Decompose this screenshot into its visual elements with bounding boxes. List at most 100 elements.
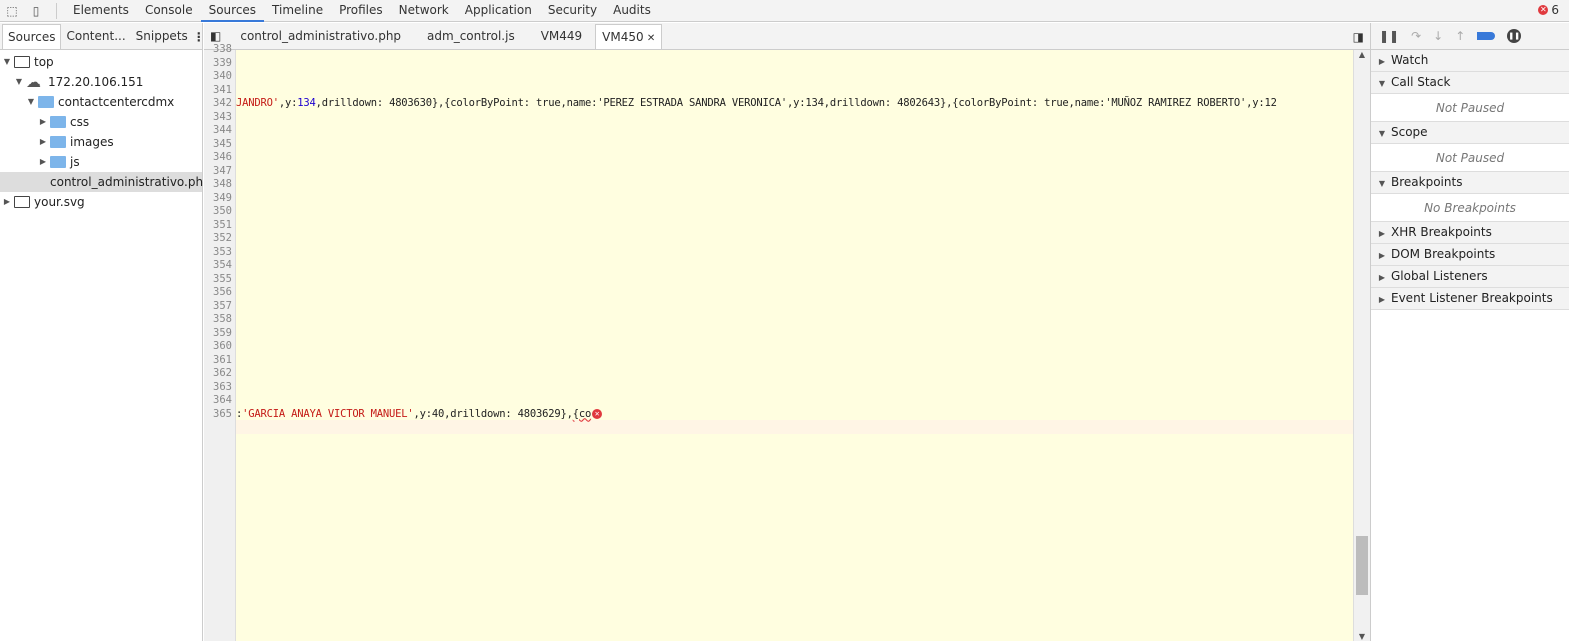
- section-breakpoints[interactable]: ▼ Breakpoints: [1371, 172, 1569, 194]
- line-number[interactable]: 342: [213, 97, 232, 111]
- section-xhr-breakpoints[interactable]: ▶ XHR Breakpoints: [1371, 222, 1569, 244]
- inspect-element-icon[interactable]: ⬚: [0, 0, 24, 22]
- section-event-listener-breakpoints[interactable]: ▶ Event Listener Breakpoints: [1371, 288, 1569, 310]
- editor-tabs: ◧ control_administrativo.php adm_control.…: [204, 23, 1370, 50]
- close-tab-icon[interactable]: ✕: [644, 33, 655, 44]
- section-title: Breakpoints: [1391, 175, 1463, 189]
- editor-tab[interactable]: control_administrativo.php: [227, 24, 414, 49]
- navigator-tab[interactable]: Sources: [2, 24, 62, 49]
- line-gutter[interactable]: 338 339 340 341 342 343 344 345 346 347 348 349 350 3…: [204, 43, 236, 641]
- line-number[interactable]: 362: [213, 367, 232, 381]
- tree-item-label: 172.20.106.151: [48, 75, 144, 89]
- empty-message: Not Paused: [1371, 94, 1569, 122]
- error-counter[interactable]: ✕ 6: [1538, 3, 1559, 17]
- code-token: 'GARCIA ANAYA VICTOR MANUEL': [242, 407, 414, 420]
- line-number[interactable]: 351: [213, 219, 232, 233]
- tree-item[interactable]: ▼ contactcentercdmx: [0, 92, 202, 112]
- collapsed-arrow-icon[interactable]: ▶: [2, 192, 12, 212]
- tab-security[interactable]: Security: [540, 0, 605, 22]
- line-number[interactable]: 358: [213, 313, 232, 327]
- line-number[interactable]: 347: [213, 165, 232, 179]
- line-number[interactable]: 364: [213, 394, 232, 408]
- tab-sources[interactable]: Sources: [200, 0, 265, 22]
- code-line[interactable]: JANDRO',y:134,drilldown: 4803630},{color…: [236, 97, 1277, 111]
- step-into-icon[interactable]: ↓: [1433, 29, 1443, 43]
- tab-elements[interactable]: Elements: [65, 0, 137, 22]
- line-number[interactable]: 350: [213, 205, 232, 219]
- editor-scrollbar[interactable]: ▲ ▼: [1353, 50, 1370, 641]
- navigator-tab[interactable]: Content...: [61, 24, 130, 49]
- line-number[interactable]: 361: [213, 354, 232, 368]
- step-over-icon[interactable]: ↷: [1411, 29, 1421, 43]
- line-number[interactable]: 344: [213, 124, 232, 138]
- line-number[interactable]: 341: [213, 84, 232, 98]
- tab-timeline[interactable]: Timeline: [264, 0, 331, 22]
- tab-network[interactable]: Network: [391, 0, 457, 22]
- tree-item[interactable]: ▶ js: [0, 152, 202, 172]
- section-title: XHR Breakpoints: [1391, 225, 1492, 239]
- expanded-arrow-icon[interactable]: ▼: [14, 72, 24, 92]
- more-icon[interactable]: ⋮: [193, 25, 205, 49]
- section-watch[interactable]: ▶ Watch: [1371, 50, 1569, 72]
- line-number[interactable]: 353: [213, 246, 232, 260]
- tab-audits[interactable]: Audits: [605, 0, 659, 22]
- line-number[interactable]: 345: [213, 138, 232, 152]
- toggle-debugger-icon[interactable]: ◨: [1347, 25, 1370, 49]
- expanded-arrow-icon[interactable]: ▼: [2, 52, 12, 72]
- tree-item[interactable]: control_administrativo.php: [0, 172, 211, 192]
- step-out-icon[interactable]: ↑: [1455, 29, 1465, 43]
- code-line[interactable]: :'GARCIA ANAYA VICTOR MANUEL',y:40,drill…: [236, 407, 603, 422]
- collapsed-arrow-icon[interactable]: ▶: [38, 152, 48, 172]
- section-scope[interactable]: ▼ Scope: [1371, 122, 1569, 144]
- tree-item[interactable]: ▼ top: [0, 52, 202, 72]
- tree-item[interactable]: ▼ ☁ 172.20.106.151: [0, 72, 202, 92]
- section-call-stack[interactable]: ▼ Call Stack: [1371, 72, 1569, 94]
- scrollbar-thumb[interactable]: [1356, 536, 1368, 595]
- deactivate-breakpoints-icon[interactable]: [1477, 32, 1496, 40]
- section-global-listeners[interactable]: ▶ Global Listeners: [1371, 266, 1569, 288]
- editor-tab[interactable]: adm_control.js: [414, 24, 528, 49]
- line-number[interactable]: 339: [213, 57, 232, 71]
- collapsed-arrow-icon: ▶: [1378, 57, 1386, 66]
- line-number[interactable]: 349: [213, 192, 232, 206]
- line-number[interactable]: 340: [213, 70, 232, 84]
- tree-item-label: contactcentercdmx: [58, 95, 175, 109]
- line-number[interactable]: 357: [213, 300, 232, 314]
- line-number[interactable]: 354: [213, 259, 232, 273]
- line-number[interactable]: 365: [213, 408, 232, 422]
- tab-profiles[interactable]: Profiles: [331, 0, 391, 22]
- scroll-up-icon[interactable]: ▲: [1354, 50, 1370, 59]
- line-number[interactable]: 355: [213, 273, 232, 287]
- section-title: Global Listeners: [1391, 269, 1488, 283]
- line-number[interactable]: 356: [213, 286, 232, 300]
- expanded-arrow-icon[interactable]: ▼: [26, 92, 36, 112]
- devtools-toolbar: ⬚ ▯ Elements Console Sources Timeline Profil…: [0, 0, 1569, 22]
- tab-application[interactable]: Application: [457, 0, 540, 22]
- line-number[interactable]: 343: [213, 111, 232, 125]
- line-number[interactable]: 338: [213, 43, 232, 57]
- tab-console[interactable]: Console: [137, 0, 201, 22]
- editor-tab[interactable]: VM449: [528, 24, 595, 49]
- navigator-panel: Sources Content... Snippets ⋮ ▼ top ▼ ☁ 172.20.…: [0, 23, 211, 641]
- pause-icon[interactable]: ❚❚: [1379, 29, 1399, 43]
- collapsed-arrow-icon[interactable]: ▶: [38, 132, 48, 152]
- line-number[interactable]: 363: [213, 381, 232, 395]
- scroll-down-icon[interactable]: ▼: [1354, 632, 1370, 641]
- tree-item[interactable]: ▶ your.svg: [0, 192, 202, 212]
- collapsed-arrow-icon[interactable]: ▶: [38, 112, 48, 132]
- tree-item-label: images: [70, 135, 114, 149]
- editor-tab[interactable]: VM450 ✕: [595, 24, 663, 49]
- line-number[interactable]: 360: [213, 340, 232, 354]
- line-number[interactable]: 359: [213, 327, 232, 341]
- section-dom-breakpoints[interactable]: ▶ DOM Breakpoints: [1371, 244, 1569, 266]
- pause-on-exceptions-icon[interactable]: ❚❚: [1507, 29, 1522, 43]
- tree-item[interactable]: ▶ images: [0, 132, 202, 152]
- error-icon: ✕: [1538, 5, 1549, 15]
- navigator-tab[interactable]: Snippets: [131, 24, 193, 49]
- line-number[interactable]: 346: [213, 151, 232, 165]
- tree-item[interactable]: ▶ css: [0, 112, 202, 132]
- error-icon[interactable]: ✕: [592, 408, 603, 419]
- line-number[interactable]: 348: [213, 178, 232, 192]
- device-mode-icon[interactable]: ▯: [24, 0, 48, 22]
- line-number[interactable]: 352: [213, 232, 232, 246]
